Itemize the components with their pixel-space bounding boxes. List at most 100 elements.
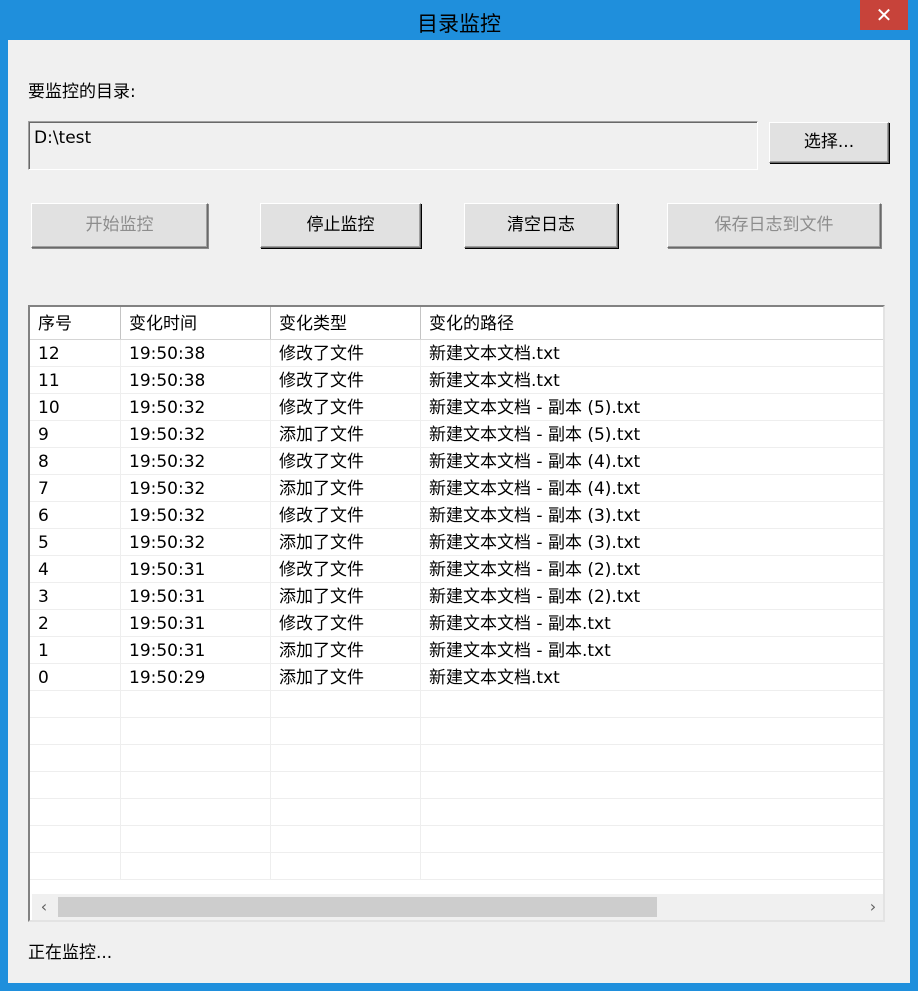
cell-type: 添加了文件 [271, 421, 421, 448]
cell-path: 新建文本文档 - 副本 (5).txt [429, 398, 641, 418]
table-row[interactable]: 8 19:50:32 修改了文件 新建文本文档 - 副本 (4).txt [30, 448, 883, 475]
cell-time: 19:50:38 [121, 340, 271, 367]
cell-type: 添加了文件 [271, 664, 421, 691]
cell-type: 添加了文件 [271, 637, 421, 664]
cell-index: 0 [30, 664, 121, 691]
table-row[interactable]: 2 19:50:31 修改了文件 新建文本文档 - 副本.txt [30, 610, 883, 637]
cell-time: 19:50:32 [121, 421, 271, 448]
cell-type [271, 691, 421, 718]
cell-time: 19:50:32 [121, 475, 271, 502]
cell-time: 19:50:31 [121, 610, 271, 637]
cell-index: 6 [30, 502, 121, 529]
table-row[interactable]: 12 19:50:38 修改了文件 新建文本文档.txt [30, 340, 883, 367]
table-row[interactable] [30, 853, 883, 880]
cell-path: 新建文本文档 - 副本 (2).txt [429, 560, 641, 580]
table-row[interactable]: 0 19:50:29 添加了文件 新建文本文档.txt [30, 664, 883, 691]
cell-path [421, 745, 883, 772]
cell-type: 修改了文件 [271, 367, 421, 394]
cell-type [271, 853, 421, 880]
cell-time [121, 799, 271, 826]
cell-path [421, 718, 883, 745]
cell-index: 8 [30, 448, 121, 475]
change-log-list[interactable]: 序号 变化时间 变化类型 变化的路径 12 19:50:38 修改了文件 新建文本文档… [28, 305, 885, 922]
cell-path [421, 799, 883, 826]
scroll-right-icon[interactable]: › [861, 894, 883, 920]
app-window: 目录监控 ✕ 要监控的目录: D:\test 选择... 开始监控 停止监控 清… [0, 0, 918, 991]
cell-time: 19:50:32 [121, 394, 271, 421]
cell-index: 7 [30, 475, 121, 502]
cell-time: 19:50:31 [121, 556, 271, 583]
cell-path [421, 691, 883, 718]
cell-type [271, 718, 421, 745]
cell-time: 19:50:32 [121, 448, 271, 475]
cell-time [121, 718, 271, 745]
cell-path: 新建文本文档.txt [429, 668, 560, 688]
table-row[interactable]: 7 19:50:32 添加了文件 新建文本文档 - 副本 (4).txt [30, 475, 883, 502]
cell-index [30, 691, 121, 718]
cell-time [121, 772, 271, 799]
cell-index: 3 [30, 583, 121, 610]
save-log-button[interactable]: 保存日志到文件 [667, 203, 881, 248]
scroll-left-icon[interactable]: ‹ [32, 894, 56, 920]
clear-log-button[interactable]: 清空日志 [464, 203, 618, 248]
cell-index: 9 [30, 421, 121, 448]
cell-path: 新建文本文档 - 副本.txt [429, 614, 611, 634]
table-row[interactable]: 4 19:50:31 修改了文件 新建文本文档 - 副本 (2).txt [30, 556, 883, 583]
cell-time: 19:50:31 [121, 583, 271, 610]
window-title: 目录监控 [417, 12, 501, 36]
scrollbar-thumb[interactable] [58, 897, 657, 917]
table-row[interactable] [30, 772, 883, 799]
close-button[interactable]: ✕ [860, 0, 908, 30]
table-row[interactable]: 5 19:50:32 添加了文件 新建文本文档 - 副本 (3).txt [30, 529, 883, 556]
column-header-time[interactable]: 变化时间 [121, 307, 271, 339]
cell-index: 4 [30, 556, 121, 583]
list-body: 12 19:50:38 修改了文件 新建文本文档.txt 11 19:50:38 修改了文件… [30, 340, 883, 880]
cell-path: 新建文本文档 - 副本 (3).txt [429, 506, 641, 526]
table-row[interactable]: 6 19:50:32 修改了文件 新建文本文档 - 副本 (3).txt [30, 502, 883, 529]
column-header-index[interactable]: 序号 [30, 307, 121, 339]
cell-type: 修改了文件 [271, 556, 421, 583]
table-row[interactable]: 3 19:50:31 添加了文件 新建文本文档 - 副本 (2).txt [30, 583, 883, 610]
cell-index: 1 [30, 637, 121, 664]
cell-path: 新建文本文档 - 副本 (5).txt [429, 425, 641, 445]
stop-monitor-button[interactable]: 停止监控 [260, 203, 421, 248]
status-text: 正在监控... [28, 943, 113, 963]
table-row[interactable]: 11 19:50:38 修改了文件 新建文本文档.txt [30, 367, 883, 394]
cell-time: 19:50:32 [121, 529, 271, 556]
title-bar[interactable]: 目录监控 ✕ [0, 0, 918, 40]
table-row[interactable] [30, 691, 883, 718]
column-header-type[interactable]: 变化类型 [271, 307, 421, 339]
directory-label: 要监控的目录: [28, 82, 136, 102]
start-monitor-button[interactable]: 开始监控 [31, 203, 208, 248]
table-row[interactable] [30, 718, 883, 745]
list-header: 序号 变化时间 变化类型 变化的路径 [30, 307, 883, 340]
cell-type: 修改了文件 [271, 340, 421, 367]
cell-type: 添加了文件 [271, 583, 421, 610]
table-row[interactable] [30, 799, 883, 826]
column-header-path[interactable]: 变化的路径 [421, 307, 883, 339]
cell-index: 12 [30, 340, 121, 367]
cell-type [271, 799, 421, 826]
cell-index: 11 [30, 367, 121, 394]
cell-path [421, 826, 883, 853]
horizontal-scrollbar[interactable]: ‹ › [32, 894, 883, 920]
cell-time [121, 691, 271, 718]
cell-index [30, 799, 121, 826]
select-button[interactable]: 选择... [769, 122, 889, 163]
cell-time: 19:50:29 [121, 664, 271, 691]
table-row[interactable]: 9 19:50:32 添加了文件 新建文本文档 - 副本 (5).txt [30, 421, 883, 448]
cell-path [421, 772, 883, 799]
directory-field[interactable]: D:\test [28, 121, 758, 170]
cell-path: 新建文本文档.txt [429, 344, 560, 364]
cell-type: 修改了文件 [271, 394, 421, 421]
table-row[interactable]: 1 19:50:31 添加了文件 新建文本文档 - 副本.txt [30, 637, 883, 664]
cell-path: 新建文本文档 - 副本 (4).txt [429, 479, 641, 499]
cell-path: 新建文本文档 - 副本 (4).txt [429, 452, 641, 472]
table-row[interactable] [30, 745, 883, 772]
cell-index: 2 [30, 610, 121, 637]
cell-type: 修改了文件 [271, 448, 421, 475]
cell-time [121, 853, 271, 880]
table-row[interactable]: 10 19:50:32 修改了文件 新建文本文档 - 副本 (5).txt [30, 394, 883, 421]
cell-type: 添加了文件 [271, 475, 421, 502]
table-row[interactable] [30, 826, 883, 853]
